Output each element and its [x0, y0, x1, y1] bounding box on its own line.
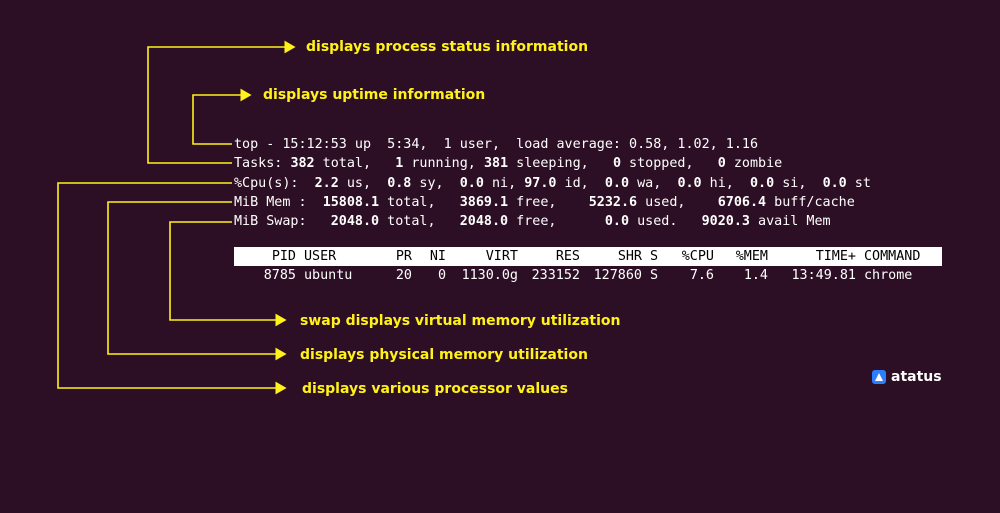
process-table-header: PID USER PR NI VIRT RES SHR S %CPU %MEM …: [234, 247, 942, 266]
swap-total-label: total,: [379, 214, 460, 229]
col-pr: PR: [395, 249, 412, 264]
annotation-processor: displays various processor values: [302, 381, 568, 397]
cpu-line: %Cpu(s): 2.2 us, 0.8 sy, 0.0 ni, 97.0 id…: [234, 174, 871, 193]
atatus-logo-icon: [872, 370, 886, 384]
cpu-ni: 0.0: [459, 176, 484, 191]
cpu-st: 0.0: [822, 176, 847, 191]
mem-line: MiB Mem : 15808.1 total, 3869.1 free, 52…: [234, 193, 855, 212]
top-uptime-line: top - 15:12:53 up 5:34, 1 user, load ave…: [234, 135, 758, 154]
cpu-id-label: id,: [556, 176, 605, 191]
tasks-stopped: 0: [612, 156, 621, 171]
cell-virt: 1130.0g: [461, 268, 518, 283]
swap-line: MiB Swap: 2048.0 total, 2048.0 free, 0.0…: [234, 212, 831, 231]
swap-free-label: free,: [508, 214, 605, 229]
swap-total: 2048.0: [330, 214, 380, 229]
cell-pid: 8785: [263, 268, 296, 283]
cpu-st-label: st: [846, 176, 871, 191]
annotation-physical-memory: displays physical memory utilization: [300, 347, 588, 363]
cpu-us: 2.2: [314, 176, 339, 191]
swap-free: 2048.0: [459, 214, 509, 229]
cell-res: 233152: [531, 268, 580, 283]
cpu-label: %Cpu(s):: [234, 176, 315, 191]
cpu-us-label: us,: [338, 176, 388, 191]
col-command: COMMAND: [864, 249, 921, 264]
col-user: USER: [304, 249, 337, 264]
annotation-swap: swap displays virtual memory utilization: [300, 313, 621, 329]
cpu-ni-label: ni,: [483, 176, 525, 191]
col-pid: PID: [271, 249, 296, 264]
cpu-sy: 0.8: [387, 176, 412, 191]
mem-free: 3869.1: [459, 195, 509, 210]
mem-used: 5232.6: [588, 195, 638, 210]
mem-total-label: total,: [379, 195, 460, 210]
tasks-stopped-label: stopped,: [621, 156, 718, 171]
cell-s: S: [650, 268, 659, 283]
atatus-logo: atatus: [872, 368, 942, 386]
col-cpu: %CPU: [681, 249, 714, 264]
top-line-text: top - 15:12:53 up 5:34, 1 user, load ave…: [234, 137, 759, 152]
cell-ni: 0: [437, 268, 446, 283]
cell-cpu: 7.6: [689, 268, 714, 283]
mem-buff-label: buff/cache: [766, 195, 855, 210]
cell-user: ubuntu: [304, 268, 353, 283]
tasks-zombie-label: zombie: [725, 156, 783, 171]
annotation-uptime: displays uptime information: [263, 87, 486, 103]
annotation-process-status: displays process status information: [306, 39, 589, 55]
swap-used-label: used.: [629, 214, 702, 229]
cpu-wa: 0.0: [604, 176, 630, 191]
cpu-sy-label: sy,: [411, 176, 460, 191]
cpu-wa-label: wa,: [629, 176, 678, 191]
col-res: RES: [555, 249, 580, 264]
swap-avail-label: avail Mem: [750, 214, 831, 229]
tasks-running-label: running,: [403, 156, 484, 171]
swap-avail: 9020.3: [701, 214, 750, 229]
cpu-hi: 0.0: [677, 176, 702, 191]
col-shr: SHR: [617, 249, 642, 264]
cpu-hi-label: hi,: [701, 176, 750, 191]
mem-free-label: free,: [508, 195, 589, 210]
col-virt: VIRT: [485, 249, 518, 264]
tasks-total-label: total,: [314, 156, 396, 171]
cell-pr: 20: [395, 268, 412, 283]
mem-buff: 6706.4: [717, 195, 767, 210]
cell-mem: 1.4: [743, 268, 768, 283]
col-time: TIME+: [815, 249, 856, 264]
col-s: S: [650, 249, 659, 264]
cpu-si: 0.0: [750, 176, 775, 191]
cpu-si-label: si,: [774, 176, 823, 191]
swap-used: 0.0: [604, 214, 630, 229]
col-mem: %MEM: [735, 249, 768, 264]
tasks-sleeping: 381: [483, 156, 509, 171]
table-row: 8785 ubuntu 20 0 1130.0g 233152 127860 S…: [234, 266, 942, 285]
cpu-id: 97.0: [524, 176, 557, 191]
swap-label: MiB Swap:: [234, 214, 331, 229]
cell-time: 13:49.81: [791, 268, 857, 283]
mem-total: 15808.1: [322, 195, 380, 210]
tasks-label: Tasks:: [234, 156, 291, 171]
logo-text: atatus: [891, 369, 942, 385]
cell-shr: 127860: [593, 268, 642, 283]
tasks-total: 382: [290, 156, 315, 171]
tasks-sleeping-label: sleeping,: [508, 156, 613, 171]
tasks-line: Tasks: 382 total, 1 running, 381 sleepin…: [234, 154, 782, 173]
cell-command: chrome: [864, 268, 913, 283]
col-ni: NI: [429, 249, 446, 264]
mem-label: MiB Mem :: [234, 195, 323, 210]
tasks-zombie: 0: [717, 156, 726, 171]
mem-used-label: used,: [637, 195, 718, 210]
